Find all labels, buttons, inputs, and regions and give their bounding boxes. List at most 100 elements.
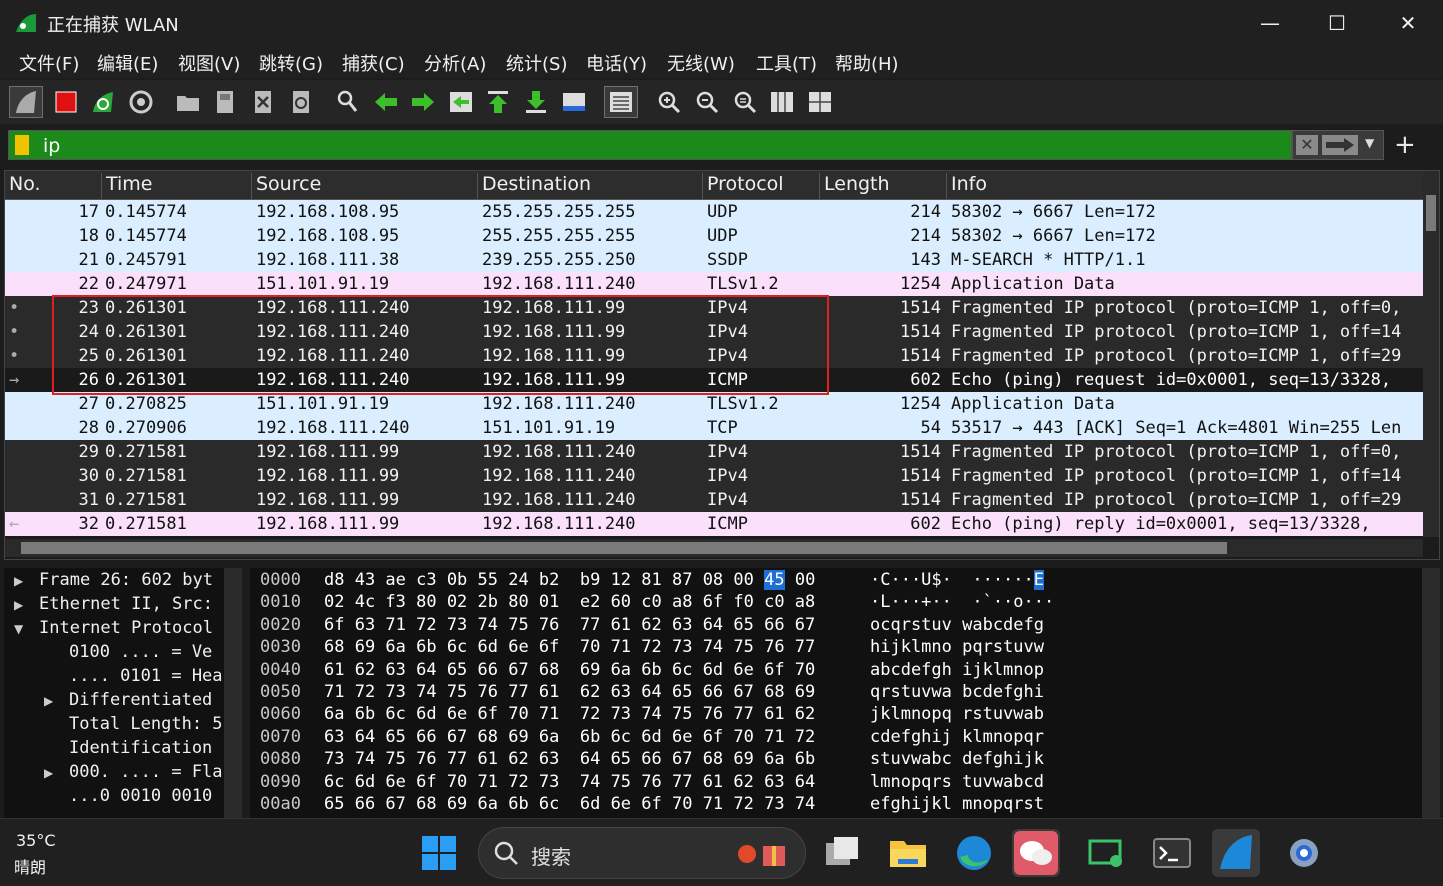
byte-view-icon[interactable] xyxy=(806,88,834,116)
expand-right-icon[interactable]: ▶ xyxy=(14,598,23,612)
hex-bytes[interactable]: 6a 6b 6c 6d 6e 6f 70 71 72 73 74 75 76 7… xyxy=(324,704,815,724)
menu-telephony[interactable]: 电话(Y) xyxy=(586,50,647,76)
menu-statistics[interactable]: 统计(S) xyxy=(506,50,567,76)
zoom-out-icon[interactable] xyxy=(693,88,721,116)
detail-tree-item[interactable]: ...0 0010 0010 xyxy=(69,786,212,806)
close-button[interactable]: ✕ xyxy=(1388,8,1428,38)
menu-help[interactable]: 帮助(H) xyxy=(835,50,899,76)
bytes-vscrollbar[interactable] xyxy=(1422,568,1440,818)
capture-options-icon[interactable] xyxy=(127,88,155,116)
hex-bytes[interactable]: 61 62 63 64 65 66 67 68 69 6a 6b 6c 6d 6… xyxy=(324,660,815,680)
packet-list-vscrollbar[interactable] xyxy=(1423,171,1439,537)
detail-tree-item[interactable]: Total Length: 5 xyxy=(69,714,223,734)
packet-row[interactable]: 31 0.271581 192.168.111.99 192.168.111.240 I… xyxy=(5,488,1423,512)
ascii-dump[interactable]: efghijkl mnopqrst xyxy=(870,794,1044,814)
minimize-button[interactable]: — xyxy=(1250,8,1290,38)
close-file-icon[interactable] xyxy=(249,88,277,116)
column-source[interactable]: Source xyxy=(251,173,477,199)
menu-analyze[interactable]: 分析(A) xyxy=(424,50,486,76)
go-back-icon[interactable] xyxy=(372,88,400,116)
open-folder-icon[interactable] xyxy=(174,88,202,116)
restart-capture-icon[interactable] xyxy=(89,88,117,116)
expand-right-icon[interactable]: ▶ xyxy=(14,574,23,588)
clear-filter-button[interactable]: ✕ xyxy=(1296,135,1318,155)
packet-row[interactable]: 22 0.247971 151.101.91.19 192.168.111.240 TL… xyxy=(5,272,1423,296)
find-packet-icon[interactable] xyxy=(334,88,362,116)
hex-bytes[interactable]: 02 4c f3 80 02 2b 80 01 e2 60 c0 a8 6f f… xyxy=(324,592,815,612)
wireshark-icon[interactable] xyxy=(1212,829,1260,877)
colorize-icon[interactable] xyxy=(604,86,638,118)
scroll-thumb[interactable] xyxy=(1426,195,1436,231)
menu-tools[interactable]: 工具(T) xyxy=(756,50,817,76)
apply-filter-button[interactable] xyxy=(1322,135,1358,155)
hex-bytes[interactable]: 6c 6d 6e 6f 70 71 72 73 74 75 76 77 61 6… xyxy=(324,772,815,792)
go-first-icon[interactable] xyxy=(484,88,512,116)
edge-browser-icon[interactable] xyxy=(950,829,998,877)
column-time[interactable]: Time xyxy=(101,173,251,199)
autoscroll-icon[interactable] xyxy=(560,88,588,116)
selected-byte[interactable]: 45 xyxy=(764,570,785,590)
zoom-reset-icon[interactable] xyxy=(731,88,759,116)
maximize-button[interactable]: ☐ xyxy=(1317,8,1357,38)
pane-splitter[interactable] xyxy=(0,560,1443,568)
ascii-dump[interactable]: cdefghij klmnopqr xyxy=(870,727,1044,747)
display-filter-input[interactable]: ip xyxy=(8,130,1292,160)
add-filter-button[interactable]: + xyxy=(1394,130,1416,160)
hex-bytes[interactable]: d8 43 ae c3 0b 55 24 b2 b9 12 81 87 08 0… xyxy=(324,570,815,590)
menu-file[interactable]: 文件(F) xyxy=(19,50,79,76)
bookmark-icon[interactable] xyxy=(15,135,29,155)
hex-bytes[interactable]: 6f 63 71 72 73 74 75 76 77 61 62 63 64 6… xyxy=(324,615,815,635)
task-view-icon[interactable] xyxy=(818,829,866,877)
hex-bytes[interactable]: 68 69 6a 6b 6c 6d 6e 6f 70 71 72 73 74 7… xyxy=(324,637,815,657)
details-vscrollbar[interactable] xyxy=(224,568,242,818)
detail-tree-item[interactable]: Frame 26: 602 byt xyxy=(39,570,213,590)
packet-row[interactable]: 27 0.270825 151.101.91.19 192.168.111.240 TL… xyxy=(5,392,1423,416)
go-last-icon[interactable] xyxy=(522,88,550,116)
ascii-dump[interactable]: jklmnopq rstuvwab xyxy=(870,704,1044,724)
menu-wireless[interactable]: 无线(W) xyxy=(667,50,735,76)
zoom-in-icon[interactable] xyxy=(655,88,683,116)
remote-connect-icon[interactable] xyxy=(1082,829,1130,877)
menu-view[interactable]: 视图(V) xyxy=(178,50,240,76)
ascii-dump[interactable]: hijklmno pqrstuvw xyxy=(870,637,1044,657)
menu-capture[interactable]: 捕获(C) xyxy=(342,50,405,76)
detail-tree-item[interactable]: 000. .... = Fla xyxy=(69,762,223,782)
packet-row[interactable]: → 26 0.261301 192.168.111.240 192.168.111.99… xyxy=(5,368,1423,392)
packet-row[interactable]: • 24 0.261301 192.168.111.240 192.168.111.99… xyxy=(5,320,1423,344)
column-no[interactable]: No. xyxy=(5,173,101,199)
settings-icon[interactable] xyxy=(1280,829,1328,877)
go-to-packet-icon[interactable] xyxy=(447,88,475,116)
packet-row[interactable]: • 23 0.261301 192.168.111.240 192.168.111.99… xyxy=(5,296,1423,320)
column-length[interactable]: Length xyxy=(819,173,946,199)
menu-edit[interactable]: 编辑(E) xyxy=(97,50,158,76)
weather-temperature[interactable]: 35°C xyxy=(16,831,56,850)
packet-list-hscrollbar[interactable] xyxy=(5,539,1423,557)
reload-icon[interactable] xyxy=(287,88,315,116)
menu-go[interactable]: 跳转(G) xyxy=(259,50,323,76)
scroll-thumb[interactable] xyxy=(21,542,1227,554)
filter-text[interactable]: ip xyxy=(43,135,60,157)
detail-tree-item[interactable]: Identification xyxy=(69,738,212,758)
save-file-icon[interactable] xyxy=(211,88,239,116)
wechat-icon[interactable] xyxy=(1012,829,1060,877)
ascii-dump[interactable]: ·L···+·· ·`··o··· xyxy=(870,592,1054,612)
resize-columns-icon[interactable] xyxy=(768,88,796,116)
detail-tree-item[interactable]: Ethernet II, Src: xyxy=(39,594,213,614)
taskbar-search[interactable]: 搜索 xyxy=(478,827,806,879)
column-protocol[interactable]: Protocol xyxy=(702,173,819,199)
detail-tree-item[interactable]: Internet Protocol xyxy=(39,618,213,638)
packet-row[interactable]: 30 0.271581 192.168.111.99 192.168.111.240 I… xyxy=(5,464,1423,488)
column-info[interactable]: Info xyxy=(946,173,1423,199)
packet-row[interactable]: 29 0.271581 192.168.111.99 192.168.111.240 I… xyxy=(5,440,1423,464)
weather-description[interactable]: 晴朗 xyxy=(14,854,46,878)
column-destination[interactable]: Destination xyxy=(477,173,702,199)
chevron-down-icon[interactable]: ▼ xyxy=(1365,136,1374,150)
ascii-dump[interactable]: abcdefgh ijklmnop xyxy=(870,660,1044,680)
packet-row[interactable]: 28 0.270906 192.168.111.240 151.101.91.19 TC… xyxy=(5,416,1423,440)
shark-fin-icon[interactable] xyxy=(9,86,43,118)
hex-bytes[interactable]: 65 66 67 68 69 6a 6b 6c 6d 6e 6f 70 71 7… xyxy=(324,794,815,814)
windows-start-icon[interactable] xyxy=(415,829,463,877)
ascii-dump[interactable]: stuvwabc defghijk xyxy=(870,749,1044,769)
expand-right-icon[interactable]: ▶ xyxy=(44,694,53,708)
expand-down-icon[interactable]: ▼ xyxy=(14,622,23,636)
